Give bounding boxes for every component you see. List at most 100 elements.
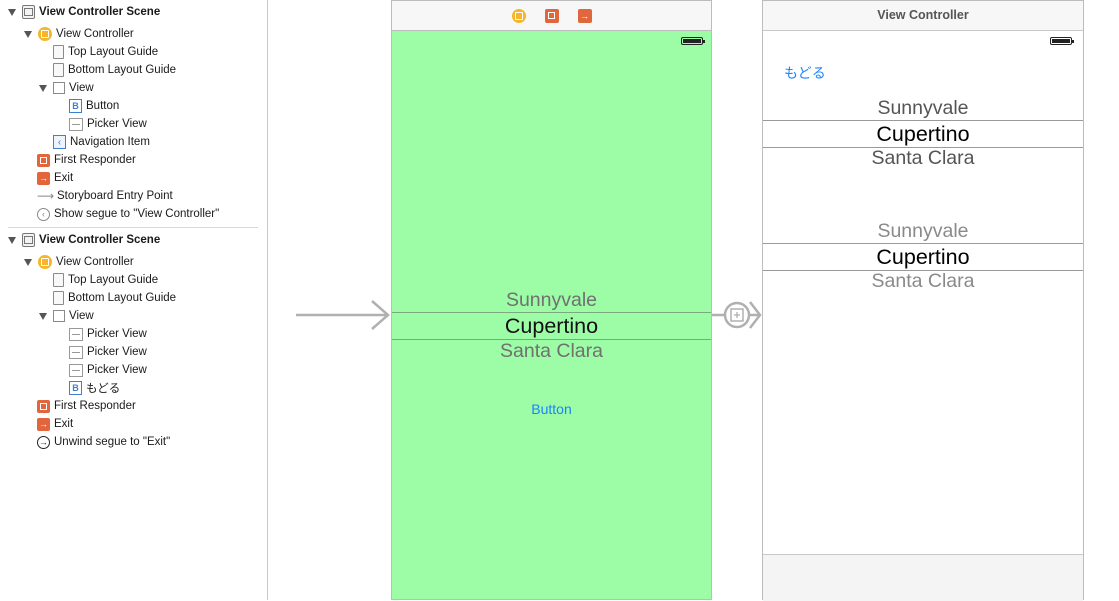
layout-guide-icon	[53, 45, 64, 59]
outline-item-view[interactable]: View	[39, 79, 94, 97]
outline-item-label: Navigation Item	[70, 136, 150, 148]
picker-selection-line	[763, 120, 1083, 121]
outline-item-exit[interactable]: → Exit	[37, 169, 73, 187]
picker-view[interactable]: Sunnyvale Cupertino Santa Clara	[763, 216, 1083, 300]
view-controller-scene-2[interactable]: View Controller もどる Sunnyvale Cupertino …	[762, 0, 1084, 601]
view-controller-icon[interactable]	[511, 8, 526, 23]
picker-row: Santa Clara	[871, 270, 975, 292]
document-outline: View Controller Scene View Controller To…	[0, 0, 268, 600]
outline-item-unwind-segue[interactable]: → Unwind segue to "Exit"	[37, 433, 170, 451]
show-segue-connector[interactable]	[712, 296, 764, 334]
outline-item-view-controller[interactable]: View Controller	[24, 253, 134, 271]
scene-label: View Controller Scene	[39, 234, 161, 246]
outline-item-picker-view[interactable]: Picker View	[69, 361, 147, 379]
outline-item-label: Button	[86, 100, 120, 112]
outline-item-button[interactable]: B Button	[69, 97, 119, 115]
picker-row: Sunnyvale	[877, 220, 969, 242]
outline-item-label: Unwind segue to "Exit"	[54, 436, 171, 448]
outline-item-top-layout-guide[interactable]: Top Layout Guide	[53, 271, 158, 289]
view-controller-icon	[38, 27, 52, 41]
outline-item-label: Picker View	[87, 364, 147, 376]
first-responder-icon[interactable]	[544, 8, 559, 23]
outline-item-navigation-item[interactable]: ‹ Navigation Item	[53, 133, 150, 151]
outline-item-first-responder[interactable]: First Responder	[37, 397, 136, 415]
outline-item-label: Bottom Layout Guide	[68, 64, 177, 76]
scene-icon	[22, 5, 35, 19]
first-responder-icon	[37, 153, 50, 167]
outline-item-label: Top Layout Guide	[68, 46, 159, 58]
outline-item-label: Picker View	[87, 118, 147, 130]
outline-item-label: Bottom Layout Guide	[68, 292, 177, 304]
picker-view[interactable]: Sunnyvale Cupertino Santa Clara	[392, 283, 711, 369]
picker-view[interactable]: Sunnyvale Cupertino Santa Clara	[763, 93, 1083, 177]
scene-dock: →	[392, 1, 711, 31]
outline-item-bottom-layout-guide[interactable]: Bottom Layout Guide	[53, 61, 176, 79]
picker-view-icon	[69, 363, 83, 377]
unwind-segue-icon: →	[37, 435, 50, 449]
picker-view-icon	[69, 327, 83, 341]
disclosure-triangle-icon[interactable]	[24, 258, 32, 266]
outline-item-label: First Responder	[54, 400, 136, 412]
view-controller-scene-1[interactable]: → Sunnyvale Cupertino Santa Clara Button	[391, 0, 712, 600]
outline-item-view-controller[interactable]: View Controller	[24, 25, 134, 43]
outline-item-label: Exit	[54, 172, 74, 184]
back-button[interactable]: もどる	[784, 63, 826, 83]
outline-item-button[interactable]: B もどる	[69, 379, 120, 397]
disclosure-triangle-icon[interactable]	[8, 8, 16, 16]
battery-icon	[681, 37, 705, 45]
outline-item-label: First Responder	[54, 154, 136, 166]
picker-selection-line	[763, 243, 1083, 244]
outline-item-label: View	[69, 310, 94, 322]
layout-guide-icon	[53, 291, 64, 305]
disclosure-triangle-icon[interactable]	[39, 312, 47, 320]
picker-view-icon	[69, 117, 83, 131]
disclosure-triangle-icon[interactable]	[39, 84, 47, 92]
button-icon: B	[69, 381, 82, 395]
scene-title: View Controller	[763, 1, 1083, 31]
exit-icon[interactable]: →	[577, 8, 592, 23]
picker-row-selected: Cupertino	[876, 122, 970, 146]
picker-row: Sunnyvale	[877, 97, 969, 119]
exit-icon: →	[37, 171, 50, 185]
first-responder-icon	[37, 399, 50, 413]
picker-view-icon	[69, 345, 83, 359]
outline-item-picker-view[interactable]: Picker View	[69, 325, 147, 343]
scene-icon	[22, 233, 35, 247]
picker-row-selected: Cupertino	[876, 245, 970, 269]
disclosure-triangle-icon[interactable]	[24, 30, 32, 38]
outline-item-exit[interactable]: → Exit	[37, 415, 73, 433]
layout-guide-icon	[53, 273, 64, 287]
outline-item-label: もどる	[86, 383, 121, 395]
segue-icon: ‹	[37, 207, 50, 221]
view-controller-icon	[38, 255, 52, 269]
outline-item-first-responder[interactable]: First Responder	[37, 151, 136, 169]
disclosure-triangle-icon[interactable]	[8, 236, 16, 244]
outline-item-picker-view[interactable]: Picker View	[69, 343, 147, 361]
root-view[interactable]: Sunnyvale Cupertino Santa Clara Button	[392, 31, 711, 599]
outline-item-label: Picker View	[87, 346, 147, 358]
outline-item-view[interactable]: View	[39, 307, 94, 325]
entry-point-arrow-icon[interactable]	[294, 298, 392, 332]
scene-row[interactable]: View Controller Scene	[8, 3, 160, 21]
arrow-right-icon: ⟶	[37, 189, 55, 203]
outline-item-label: View	[69, 82, 94, 94]
outline-item-segue[interactable]: ‹ Show segue to "View Controller"	[37, 205, 219, 223]
view-icon	[53, 82, 65, 94]
picker-row-selected: Cupertino	[504, 314, 599, 338]
outline-item-entry-point[interactable]: ⟶ Storyboard Entry Point	[37, 187, 173, 205]
outline-item-label: Storyboard Entry Point	[57, 190, 173, 202]
outline-item-picker-view[interactable]: Picker View	[69, 115, 147, 133]
outline-item-bottom-layout-guide[interactable]: Bottom Layout Guide	[53, 289, 176, 307]
picker-selection-line	[392, 312, 711, 313]
button[interactable]: Button	[392, 401, 711, 417]
scene-row[interactable]: View Controller Scene	[8, 231, 160, 249]
outline-item-label: Show segue to "View Controller"	[54, 208, 220, 220]
outline-item-top-layout-guide[interactable]: Top Layout Guide	[53, 43, 158, 61]
layout-guide-icon	[53, 63, 64, 77]
picker-row: Sunnyvale	[505, 289, 598, 311]
picker-row: Santa Clara	[871, 147, 975, 169]
outline-item-label: Top Layout Guide	[68, 274, 159, 286]
divider	[8, 227, 258, 228]
picker-row: Santa Clara	[500, 340, 603, 362]
outline-item-label: Exit	[54, 418, 74, 430]
